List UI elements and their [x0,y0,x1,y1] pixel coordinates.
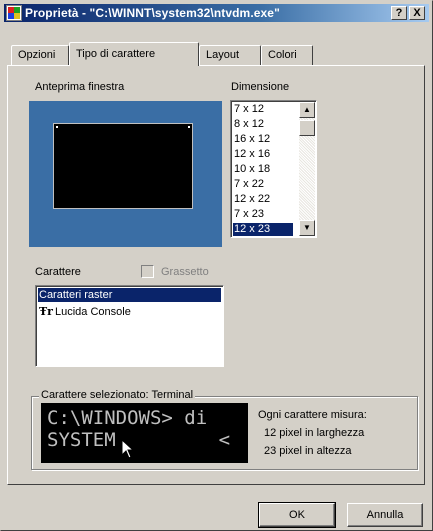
dimension-label: Dimensione [231,81,290,93]
dimension-listbox[interactable]: 7 x 12 8 x 12 16 x 12 12 x 16 10 x 18 7 … [230,100,317,238]
tab-layout[interactable]: Layout [199,45,261,65]
tab-colori[interactable]: Colori [261,45,313,65]
width-text: 12 pixel in larghezza [264,427,365,439]
font-preview-line: SYSTEM < [47,429,231,451]
preview-label: Anteprima finestra [35,81,125,93]
size-item[interactable]: 8 x 12 [233,118,293,131]
size-item[interactable]: 16 x 12 [233,133,293,146]
console-preview [53,123,193,209]
window-preview [29,101,222,247]
properties-window: Proprietà - "C:\WINNT\system32\ntvdm.exe… [0,0,433,531]
cancel-button[interactable]: Annulla [347,503,423,527]
selected-font-title: Carattere selezionato: Terminal [39,389,196,401]
bold-checkbox[interactable] [141,265,154,278]
ok-button[interactable]: OK [258,502,336,528]
measure-title: Ogni carattere misura: [258,409,367,421]
font-item-label: Caratteri raster [39,289,113,301]
height-text: 23 pixel in altezza [264,445,352,457]
size-item[interactable]: 7 x 12 [233,103,293,116]
help-button[interactable]: ? [391,6,407,20]
size-item[interactable]: 12 x 16 [233,148,293,161]
font-label: Carattere [35,266,81,278]
size-item-selected[interactable]: 12 x 23 [233,223,293,236]
font-item-label: Lucida Console [54,306,131,318]
size-item[interactable]: 7 x 23 [233,208,293,221]
size-item[interactable]: 10 x 18 [233,163,293,176]
size-item[interactable]: 12 x 22 [233,193,293,206]
bold-label: Grassetto [161,266,209,278]
dimension-scrollbar[interactable]: ▲ ▼ [299,102,315,236]
title-bar[interactable]: Proprietà - "C:\WINNT\system32\ntvdm.exe… [4,4,429,22]
tab-opzioni[interactable]: Opzioni [11,45,69,65]
ms-dos-icon [6,5,22,21]
font-preview: C:\WINDOWS> di SYSTEM < [41,403,248,463]
scroll-down-arrow-icon[interactable]: ▼ [299,220,315,236]
font-preview-line: C:\WINDOWS> di [47,407,208,429]
close-button[interactable]: X [409,6,425,20]
truetype-icon: Ŧr [39,305,53,318]
window-title: Proprietà - "C:\WINNT\system32\ntvdm.exe… [25,6,280,20]
scroll-up-arrow-icon[interactable]: ▲ [299,102,315,118]
scroll-thumb[interactable] [299,120,315,136]
font-item-raster[interactable]: Caratteri raster [38,288,221,302]
mouse-cursor-icon [121,439,135,459]
font-listbox[interactable]: Caratteri raster Ŧr Lucida Console [35,285,224,367]
font-item-lucida[interactable]: Ŧr Lucida Console [38,305,221,319]
size-item[interactable]: 7 x 22 [233,178,293,191]
tab-tipo-di-carattere[interactable]: Tipo di carattere [69,42,199,66]
